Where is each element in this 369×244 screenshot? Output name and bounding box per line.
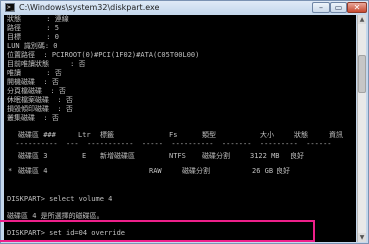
table-cell-type: 磁碟分割 [182,167,210,175]
scroll-down-arrow-icon[interactable]: ▼ [358,233,366,242]
maximize-button[interactable]: ▭ [330,2,347,13]
table-header-ltr: Ltr [78,131,91,139]
table-cell-status: 良好 [276,167,290,175]
table-cell-type: 磁碟分割 [202,152,230,160]
vertical-scrollbar[interactable]: ▲ ▼ [357,15,366,242]
console-line: 唯讀 : 否 [7,69,62,77]
table-header-info: 資訊 [329,131,343,139]
table-header-status: 狀態 [294,131,308,139]
console-line: LUN 識別碼: 0 [7,42,58,50]
table-cell-label: 新增磁碟區 [100,152,135,160]
table-header-volume: 磁碟區 ### [18,131,56,139]
table-header-type: 類型 [202,131,216,139]
console-line: 位置路徑 : PCIROOT(0)#PCI(1F02)#ATA(C05T00L0… [7,51,200,59]
highlight-box [0,220,315,242]
table-cell-volume: 磁碟區 4 [18,167,48,175]
minimize-button[interactable]: – [312,2,330,13]
console-line: 目前唯讀狀態 : 否 [7,60,86,68]
table-cell-fs: NTFS [169,152,186,160]
command-line: DISKPART> select volume 4 [7,195,113,203]
scroll-up-arrow-icon[interactable]: ▲ [358,15,366,24]
table-header-rule: ---------- --- ----------- ----- -------… [7,140,332,148]
table-cell-size: 3122 MB [250,152,280,160]
table-cell-ltr: E [82,152,87,160]
table-header-fs: Fs [169,131,178,139]
console-line: 路徑 : 5 [7,24,59,32]
console-line: 分頁檔磁碟 : 否 [7,87,66,95]
console-line: 目標 : 0 [7,33,59,41]
console-line: 休眠檔案磁碟 : 否 [7,96,73,104]
title-bar[interactable]: >_ C:\Windows\system32\diskpart.exe – ▭ … [1,1,368,15]
scrollbar-thumb[interactable] [358,55,366,93]
table-cell-status: 良好 [290,152,304,160]
table-cell-marker: * [8,167,13,175]
close-button[interactable]: ✕ [347,2,367,13]
table-cell-fs: RAW [149,167,162,175]
console-line: 叢集磁碟 : 否 [7,114,59,122]
console-app-icon[interactable]: >_ [5,3,15,12]
table-header-label: 標籤 [100,131,114,139]
table-cell-volume: 磁碟區 3 [18,152,48,160]
table-header-size: 大小 [260,131,274,139]
console-line: 損毀傾印磁碟 : 否 [7,105,73,113]
window-title: C:\Windows\system32\diskpart.exe [19,3,160,12]
console-output[interactable]: 狀態 : 連線 路徑 : 5 目標 : 0 LUN 識別碼: 0 位置路徑 : … [4,15,356,242]
console-line: 開機磁碟 : 否 [7,78,59,86]
console-line: 狀態 : 連線 [7,15,69,23]
table-cell-size: 26 GB [252,167,274,175]
